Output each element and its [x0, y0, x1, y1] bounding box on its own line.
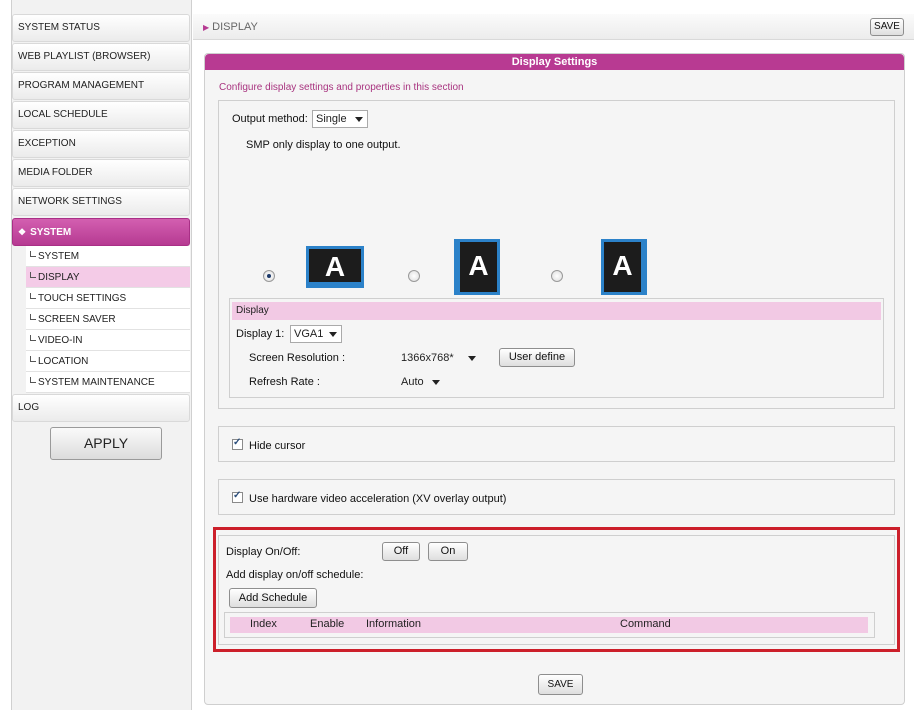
hw-accel-checkbox[interactable]	[232, 490, 243, 503]
sidebar-subitem-label: SCREEN SAVER	[38, 314, 116, 325]
highlight-box	[213, 527, 900, 652]
sidebar-subitem-label: TOUCH SETTINGS	[38, 293, 127, 304]
bullet-icon: ❖	[18, 227, 27, 237]
page-header: ▶ DISPLAY SAVE	[193, 14, 914, 40]
sidebar-item-label: SYSTEM	[30, 227, 72, 238]
portrait-monitor-left-icon: A	[454, 239, 500, 295]
sidebar-subitem-label: SYSTEM	[38, 251, 80, 262]
monitor-glyph: A	[324, 251, 346, 282]
chevron-down-icon	[432, 380, 440, 385]
breadcrumb: ▶ DISPLAY	[203, 21, 258, 33]
chevron-down-icon	[468, 356, 476, 361]
hide-cursor-checkbox[interactable]	[232, 437, 243, 450]
display1-label: Display 1:	[236, 328, 285, 340]
sidebar-subitem-system-maintenance[interactable]: SYSTEM MAINTENANCE	[26, 372, 190, 393]
subitem-connector-icon	[30, 335, 36, 341]
subitem-connector-icon	[30, 272, 36, 278]
save-button-top[interactable]: SAVE	[870, 18, 904, 36]
refresh-rate-select[interactable]: Auto	[397, 373, 445, 391]
subitem-connector-icon	[30, 377, 36, 383]
hide-cursor-box: Hide cursor	[218, 426, 895, 462]
display1-select[interactable]: VGA1	[290, 325, 342, 343]
chevron-down-icon	[355, 117, 363, 122]
sidebar-subitem-video-in[interactable]: VIDEO-IN	[26, 330, 190, 351]
sidebar-item-program-management[interactable]: PROGRAM MANAGEMENT	[12, 72, 190, 100]
apply-button[interactable]: APPLY	[50, 427, 162, 460]
breadcrumb-label: DISPLAY	[212, 21, 258, 33]
sidebar-item-web-playlist[interactable]: WEB PLAYLIST (BROWSER)	[12, 43, 190, 71]
output-method-label: Output method:	[232, 113, 308, 125]
output-dual-right-radio[interactable]	[551, 270, 563, 282]
sidebar-item-local-schedule[interactable]: LOCAL SCHEDULE	[12, 101, 190, 129]
sidebar-item-exception[interactable]: EXCEPTION	[12, 130, 190, 158]
panel-description: Configure display settings and propertie…	[219, 82, 464, 93]
sidebar-subitem-location[interactable]: LOCATION	[26, 351, 190, 372]
sidebar-subitem-touch-settings[interactable]: TOUCH SETTINGS	[26, 288, 190, 309]
save-button-bottom[interactable]: SAVE	[538, 674, 583, 695]
subitem-connector-icon	[30, 356, 36, 362]
single-monitor-icon: A	[306, 246, 364, 288]
sidebar-subitem-system[interactable]: SYSTEM	[26, 246, 190, 267]
screen-resolution-select[interactable]: 1366x768*	[397, 349, 481, 367]
sidebar-subitem-display[interactable]: DISPLAY	[26, 267, 190, 288]
sidebar-subitem-screen-saver[interactable]: SCREEN SAVER	[26, 309, 190, 330]
screen-resolution-value: 1366x768*	[401, 352, 454, 364]
hide-cursor-label: Hide cursor	[249, 440, 306, 452]
panel-title: Display Settings	[205, 54, 904, 70]
portrait-monitor-right-icon: A	[601, 239, 647, 295]
hw-accel-label: Use hardware video acceleration (XV over…	[249, 493, 507, 505]
sidebar: SYSTEM STATUS WEB PLAYLIST (BROWSER) PRO…	[11, 0, 192, 710]
output-method-value: Single	[316, 113, 347, 125]
subitem-connector-icon	[30, 251, 36, 257]
output-method-select[interactable]: Single	[312, 110, 368, 128]
sidebar-subitem-label: VIDEO-IN	[38, 335, 83, 346]
refresh-rate-label: Refresh Rate :	[249, 376, 320, 388]
hw-accel-box: Use hardware video acceleration (XV over…	[218, 479, 895, 515]
display-subsection: Display Display 1: VGA1 Screen Resolutio…	[229, 298, 884, 398]
sidebar-subitem-label: DISPLAY	[38, 272, 80, 283]
screen-resolution-label: Screen Resolution :	[249, 352, 345, 364]
display-section-title: Display	[232, 302, 881, 320]
display1-value: VGA1	[294, 328, 324, 340]
monitor-glyph: A	[612, 250, 633, 281]
subitem-connector-icon	[30, 314, 36, 320]
sidebar-item-network-settings[interactable]: NETWORK SETTINGS	[12, 188, 190, 216]
output-note: SMP only display to one output.	[246, 139, 401, 151]
sidebar-subitem-label: SYSTEM MAINTENANCE	[38, 377, 155, 388]
output-single-radio[interactable]	[263, 270, 275, 282]
output-dual-left-radio[interactable]	[408, 270, 420, 282]
sidebar-subitem-label: LOCATION	[38, 356, 89, 367]
subitem-connector-icon	[30, 293, 36, 299]
refresh-rate-value: Auto	[401, 376, 424, 388]
monitor-glyph: A	[468, 250, 489, 281]
breadcrumb-arrow-icon: ▶	[203, 23, 210, 32]
sidebar-item-system[interactable]: ❖ SYSTEM	[12, 218, 190, 246]
sidebar-item-media-folder[interactable]: MEDIA FOLDER	[12, 159, 190, 187]
sidebar-item-log[interactable]: LOG	[12, 394, 190, 422]
user-define-button[interactable]: User define	[499, 348, 575, 367]
output-method-box: Output method: Single SMP only display t…	[218, 100, 895, 409]
sidebar-item-system-status[interactable]: SYSTEM STATUS	[12, 14, 190, 42]
chevron-down-icon	[329, 332, 337, 337]
